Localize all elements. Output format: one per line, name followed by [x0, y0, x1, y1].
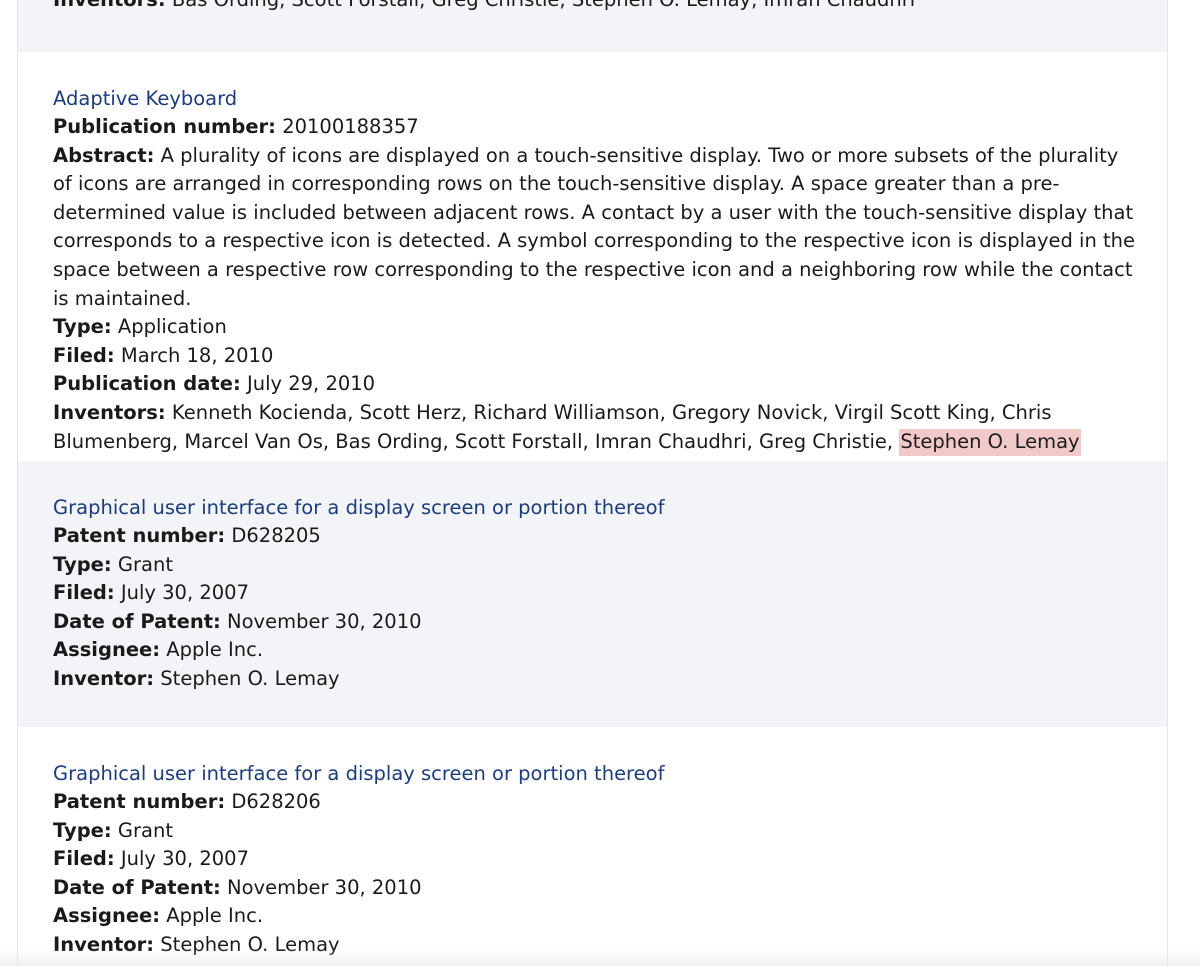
- patent-number-value: D628205: [231, 524, 321, 547]
- date-of-patent-value: November 30, 2010: [227, 875, 422, 899]
- filed-row: Filed: July 30, 2007: [53, 845, 1143, 874]
- assignee-row: Assignee: Apple Inc.: [53, 902, 1143, 931]
- filed-label: Filed:: [53, 847, 115, 871]
- filed-value: July 30, 2007: [120, 847, 249, 871]
- results-list: Inventors: Bas Ording, Scott Forstall, G…: [17, 0, 1168, 966]
- result-title-link[interactable]: Graphical user interface for a display s…: [53, 760, 664, 788]
- inventors-label: Inventors:: [53, 0, 166, 11]
- abstract-row: Abstract: A plurality of icons are displ…: [53, 142, 1143, 314]
- type-label: Type:: [53, 818, 112, 842]
- inventor-value: Stephen O. Lemay: [160, 666, 340, 690]
- publication-date-value: July 29, 2010: [246, 372, 376, 396]
- assignee-row: Assignee: Apple Inc.: [53, 636, 1143, 665]
- date-of-patent-label: Date of Patent:: [53, 609, 221, 633]
- filed-label: Filed:: [53, 581, 115, 605]
- type-row: Type: Grant: [53, 817, 1143, 846]
- assignee-value: Apple Inc.: [166, 638, 264, 662]
- inventor-row: Inventor: Stephen O. Lemay: [53, 931, 1143, 960]
- inventor-row: Inventor: Stephen O. Lemay: [53, 665, 1143, 694]
- assignee-label: Assignee:: [53, 904, 161, 928]
- patent-number-label: Patent number:: [53, 524, 226, 547]
- inventor-value: Stephen O. Lemay: [160, 932, 340, 956]
- date-of-patent-row: Date of Patent: November 30, 2010: [53, 874, 1143, 903]
- publication-number-value: 20100188357: [282, 115, 419, 138]
- inventor-label: Inventor:: [53, 666, 155, 690]
- date-of-patent-row: Date of Patent: November 30, 2010: [53, 608, 1143, 637]
- type-label: Type:: [53, 552, 112, 576]
- filed-value: March 18, 2010: [120, 343, 274, 367]
- type-row: Type: Application: [53, 313, 1143, 342]
- publication-date-row: Publication date: July 29, 2010: [53, 370, 1143, 399]
- patent-number-row: Patent number: D628205: [53, 522, 1143, 551]
- result-entry-adaptive-keyboard: Adaptive Keyboard Publication number: 20…: [18, 52, 1167, 461]
- result-entry-previous: Inventors: Bas Ording, Scott Forstall, G…: [18, 0, 1167, 52]
- publication-date-label: Publication date:: [53, 372, 241, 396]
- patent-number-label: Patent number:: [53, 790, 226, 813]
- filed-row: Filed: March 18, 2010: [53, 342, 1143, 371]
- highlighted-inventor: Stephen O. Lemay: [899, 428, 1081, 456]
- type-value: Grant: [117, 552, 173, 576]
- result-entry-d628206: Graphical user interface for a display s…: [18, 727, 1167, 966]
- patent-number-value: D628206: [231, 790, 321, 813]
- inventors-row: Inventors: Kenneth Kocienda, Scott Herz,…: [53, 399, 1143, 456]
- inventors-value: Bas Ording, Scott Forstall, Greg Christi…: [172, 0, 915, 11]
- type-value: Application: [117, 315, 227, 339]
- date-of-patent-label: Date of Patent:: [53, 875, 221, 899]
- publication-number-label: Publication number:: [53, 115, 276, 138]
- assignee-label: Assignee:: [53, 638, 161, 662]
- type-value: Grant: [117, 818, 173, 842]
- inventor-label: Inventor:: [53, 932, 155, 956]
- assignee-value: Apple Inc.: [166, 904, 264, 928]
- result-title-link[interactable]: Graphical user interface for a display s…: [53, 494, 664, 522]
- publication-number-row: Publication number: 20100188357: [53, 113, 1143, 142]
- filed-value: July 30, 2007: [120, 581, 249, 605]
- abstract-label: Abstract:: [53, 143, 155, 167]
- date-of-patent-value: November 30, 2010: [227, 609, 422, 633]
- abstract-text: A plurality of icons are displayed on a …: [53, 143, 1136, 310]
- patent-number-row: Patent number: D628206: [53, 788, 1143, 817]
- type-row: Type: Grant: [53, 551, 1143, 580]
- result-entry-d628205: Graphical user interface for a display s…: [18, 461, 1167, 727]
- result-title-link[interactable]: Adaptive Keyboard: [53, 85, 237, 113]
- inventors-label: Inventors:: [53, 400, 166, 424]
- patent-search-results-page: Inventors: Bas Ording, Scott Forstall, G…: [0, 0, 1200, 966]
- inventors-row: Inventors: Bas Ording, Scott Forstall, G…: [53, 0, 915, 15]
- filed-label: Filed:: [53, 343, 115, 367]
- type-label: Type:: [53, 315, 112, 339]
- filed-row: Filed: July 30, 2007: [53, 579, 1143, 608]
